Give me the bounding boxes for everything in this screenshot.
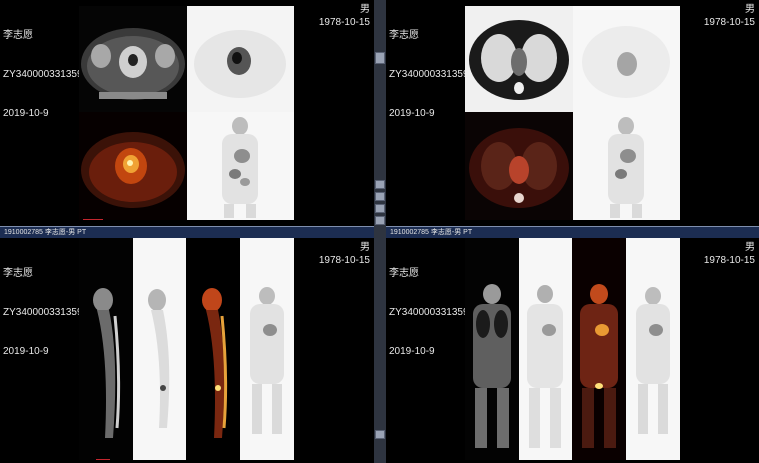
ct-coronal-graphic — [473, 284, 511, 448]
pet-mip-image[interactable] — [187, 112, 294, 220]
exam-date: 2019-10-9 — [3, 346, 49, 357]
fused-axial-chest-image[interactable] — [465, 112, 573, 220]
patient-sex-birth: 男 1978-10-15 — [704, 241, 755, 267]
patient-info: 李志愿 ZY340000331359 2019-10-9 — [3, 241, 83, 384]
pet-mip-graphic — [222, 117, 258, 218]
fused-sagittal-image[interactable] — [186, 238, 240, 460]
pet-mip-image[interactable] — [573, 112, 680, 220]
pet-mip-image[interactable] — [626, 238, 680, 460]
patient-sex: 男 — [745, 242, 755, 253]
viewport-top-left[interactable]: 李志愿 ZY340000331359 2019-10-9 男 1978-10-1… — [0, 0, 374, 226]
pet-sagittal-graphic — [148, 289, 170, 428]
patient-id: ZY340000331359 — [3, 307, 83, 318]
ct-axial-neck-graphic — [81, 28, 185, 100]
patient-sex: 男 — [360, 242, 370, 253]
ct-sagittal-graphic — [93, 288, 121, 438]
pet-sagittal-image[interactable] — [133, 238, 186, 460]
ct-coronal-image[interactable] — [465, 238, 519, 460]
exam-date: 2019-10-9 — [389, 346, 435, 357]
pet-mip-image[interactable] — [240, 238, 294, 460]
viewport-top-right[interactable]: 李志愿 ZY340000331359 2019-10-9 男 1978-10-1… — [386, 0, 759, 226]
patient-sex-birth: 男 1978-10-15 — [704, 3, 755, 29]
fused-axial-neck-image[interactable] — [79, 112, 187, 220]
exam-date: 2019-10-9 — [3, 108, 49, 119]
scroll-end-icon[interactable] — [375, 430, 385, 439]
pet-axial-neck-image[interactable] — [187, 6, 294, 112]
fused-sagittal-graphic — [202, 288, 228, 438]
viewport-header-left[interactable]: 1910002785 李志愿-男 PT — [0, 226, 374, 238]
fused-axial-chest-graphic — [469, 128, 569, 208]
up-arrow-icon[interactable] — [375, 52, 385, 64]
settings-icon[interactable] — [375, 216, 385, 225]
patient-sex: 男 — [360, 4, 370, 15]
patient-birth-date: 1978-10-15 — [318, 255, 370, 266]
patient-info: 李志愿 ZY340000331359 2019-10-9 — [389, 241, 469, 384]
layout-icon[interactable] — [375, 204, 385, 213]
ct-axial-chest-graphic — [469, 20, 569, 100]
viewport-header-right[interactable]: 1910002785 李志愿-男 PT — [386, 226, 759, 238]
center-toolbar[interactable] — [374, 0, 386, 463]
pet-mip-graphic — [636, 287, 670, 434]
patient-info: 李志愿 ZY340000331359 2019-10-9 — [389, 3, 469, 146]
down-arrow-icon[interactable] — [375, 180, 385, 189]
patient-id: ZY340000331359 — [3, 69, 83, 80]
scale-marker — [83, 219, 103, 220]
patient-name: 李志愿 — [3, 268, 33, 279]
viewport-bottom-left[interactable]: 李志愿 ZY340000331359 2019-10-9 男 1978-10-1… — [0, 238, 374, 463]
patient-id: ZY340000331359 — [389, 307, 469, 318]
exam-date: 2019-10-9 — [389, 108, 435, 119]
patient-id: ZY340000331359 — [389, 69, 469, 80]
patient-name: 李志愿 — [389, 30, 419, 41]
fused-coronal-graphic — [580, 284, 618, 448]
patient-sex-birth: 男 1978-10-15 — [319, 241, 370, 267]
ct-axial-neck-image[interactable] — [79, 6, 187, 112]
pet-axial-chest-graphic — [582, 26, 670, 98]
pet-axial-chest-image[interactable] — [573, 6, 680, 112]
patient-birth-date: 1978-10-15 — [703, 17, 755, 28]
ct-axial-chest-image[interactable] — [465, 6, 573, 112]
scale-marker — [96, 459, 110, 460]
viewport-bottom-right[interactable]: 李志愿 ZY340000331359 2019-10-9 男 1978-10-1… — [386, 238, 759, 463]
ct-sagittal-image[interactable] — [79, 238, 133, 460]
pet-mip-graphic — [608, 117, 644, 218]
pet-axial-neck-graphic — [194, 30, 286, 98]
pet-coronal-image[interactable] — [519, 238, 572, 460]
pet-coronal-graphic — [527, 285, 563, 448]
patient-name: 李志愿 — [389, 268, 419, 279]
zoom-icon[interactable] — [375, 192, 385, 201]
patient-sex-birth: 男 1978-10-15 — [319, 3, 370, 29]
patient-name: 李志愿 — [3, 30, 33, 41]
patient-birth-date: 1978-10-15 — [703, 255, 755, 266]
patient-info: 李志愿 ZY340000331359 2019-10-9 — [3, 3, 83, 146]
fused-axial-neck-graphic — [81, 132, 185, 208]
patient-sex: 男 — [745, 4, 755, 15]
fused-coronal-image[interactable] — [572, 238, 626, 460]
patient-birth-date: 1978-10-15 — [318, 17, 370, 28]
pet-mip-graphic — [250, 287, 284, 434]
